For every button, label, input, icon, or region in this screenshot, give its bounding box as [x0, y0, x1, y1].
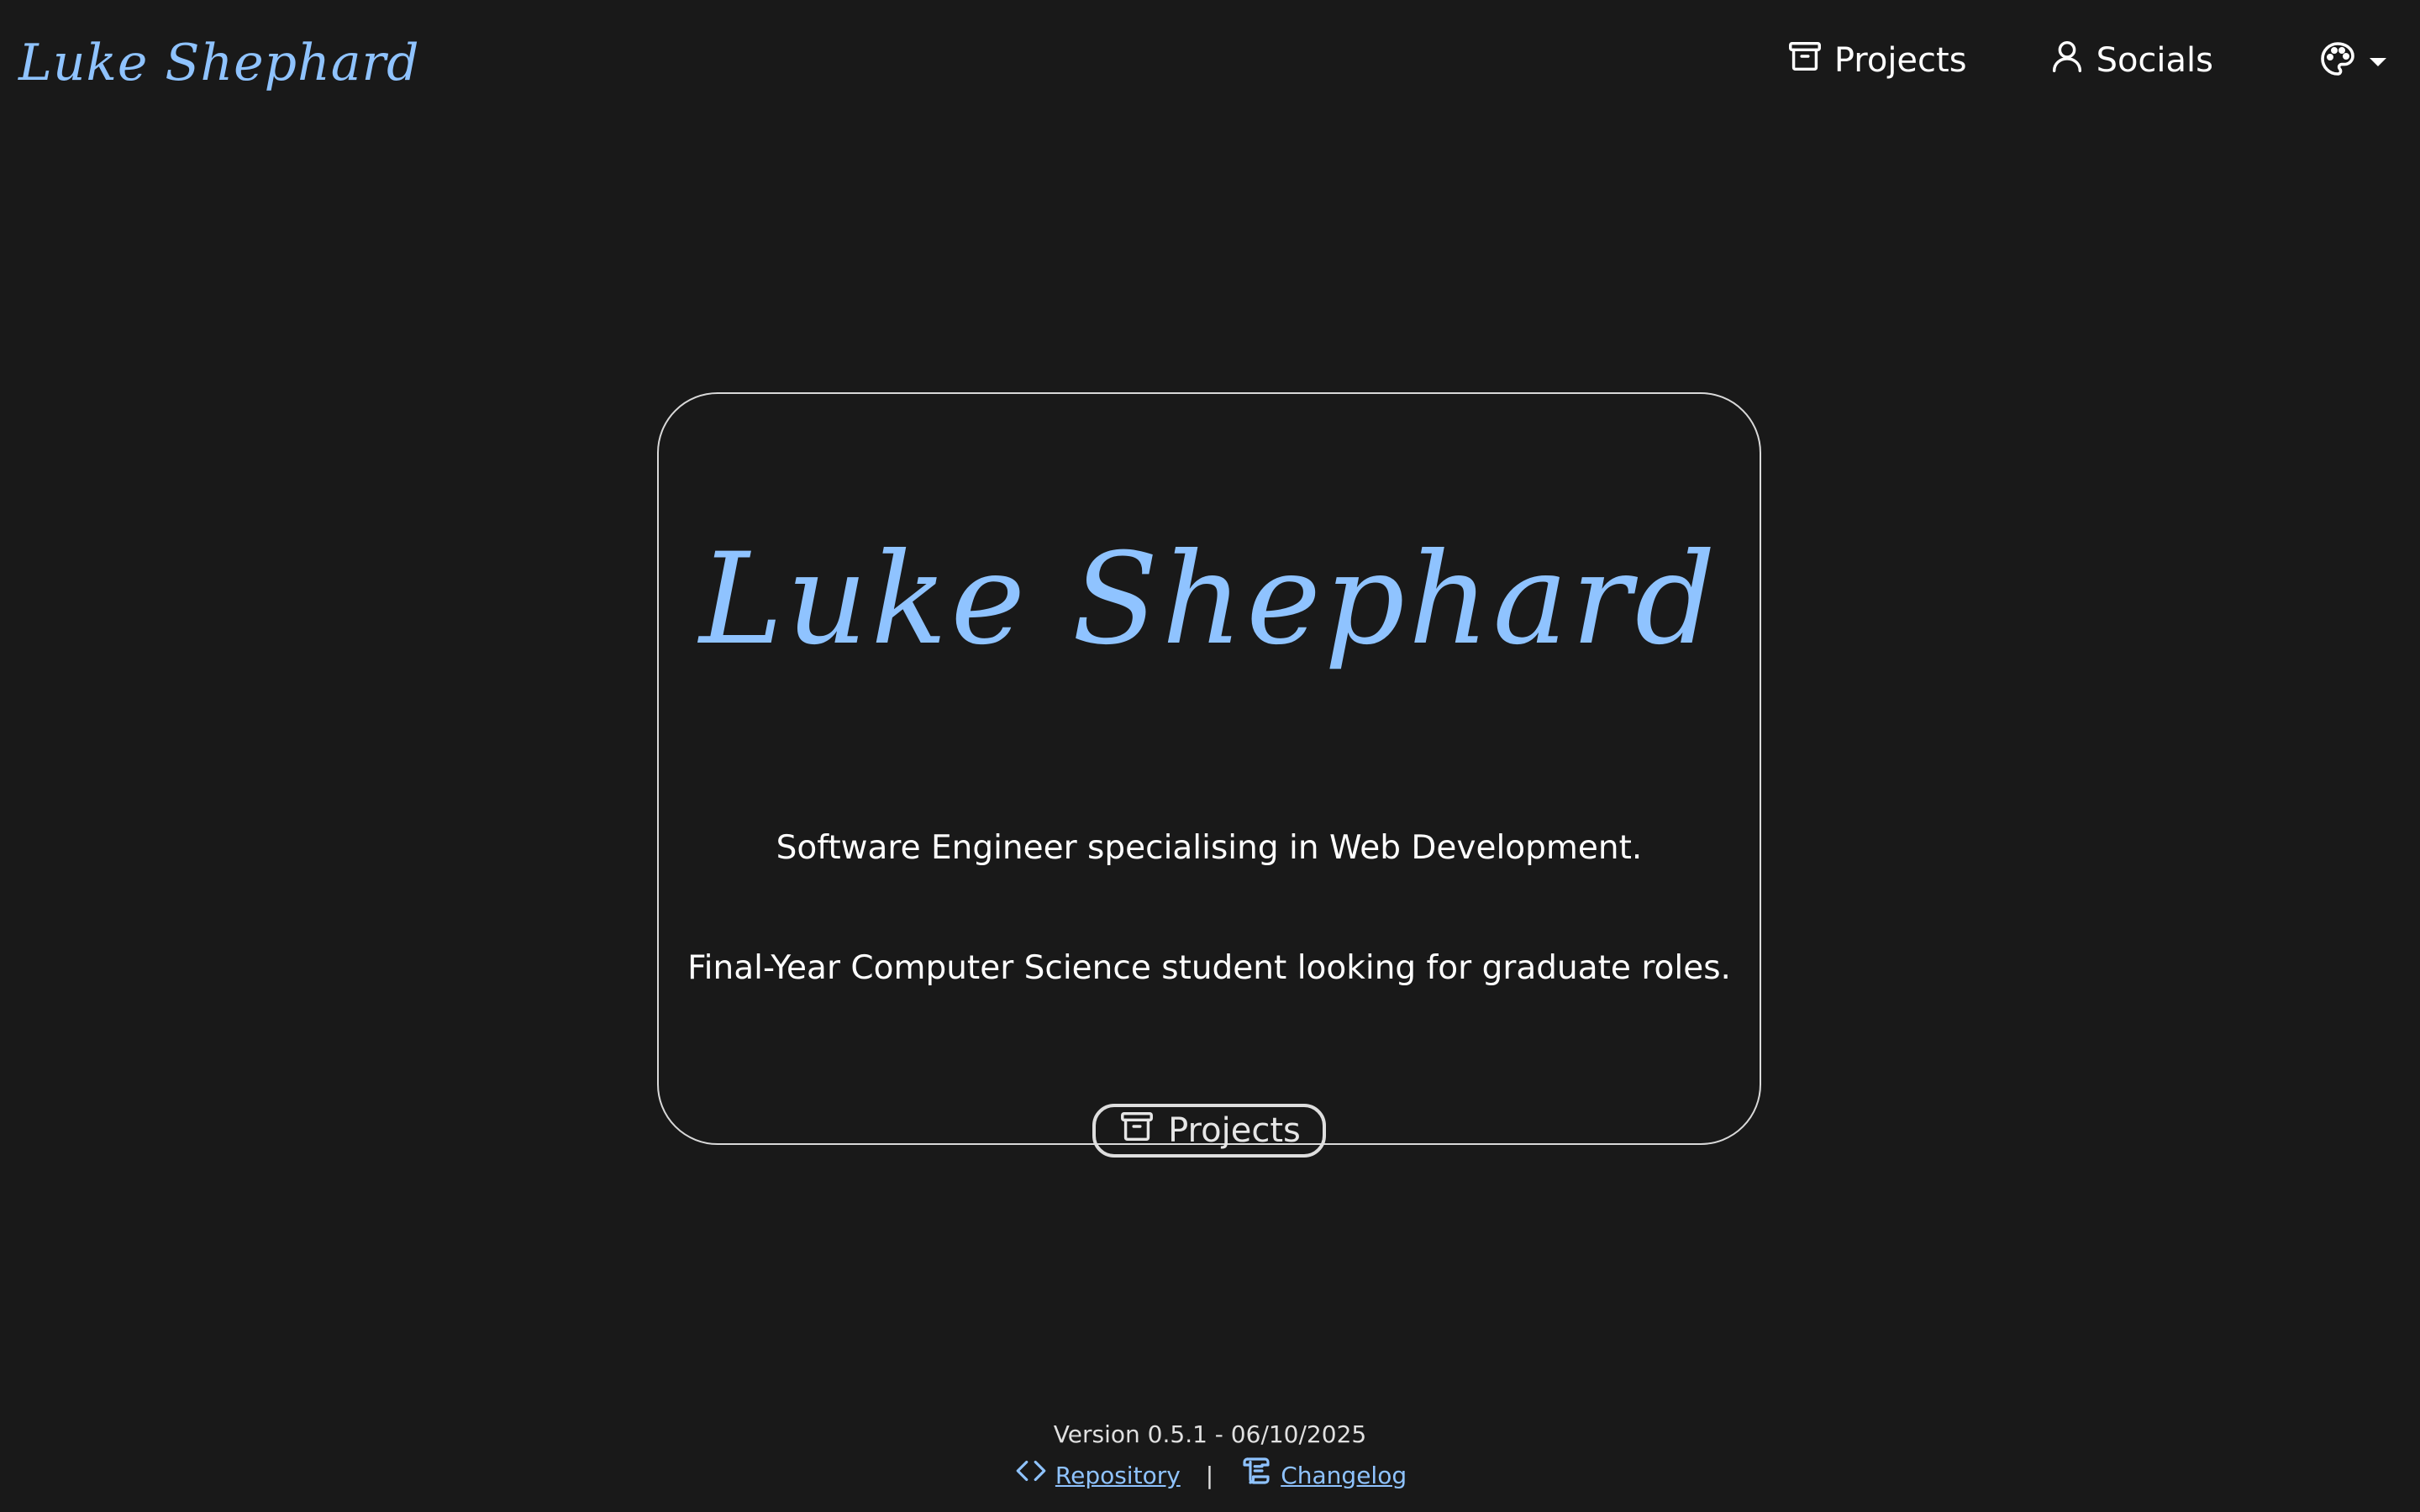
nav-socials-link[interactable]: Socials	[2048, 37, 2213, 84]
changelog-link[interactable]: Changelog	[1239, 1453, 1407, 1498]
nav-projects-label: Projects	[1833, 41, 1967, 80]
hero-tagline-role: Software Engineer specialising in Web De…	[776, 828, 1643, 867]
hero-title: Luke Shephard	[699, 527, 1719, 673]
projects-button-label: Projects	[1168, 1110, 1301, 1150]
changelog-label: Changelog	[1281, 1461, 1407, 1489]
projects-button[interactable]: Projects	[1092, 1103, 1326, 1158]
chevron-down-icon	[2370, 58, 2386, 66]
theme-dropdown-button[interactable]	[2317, 39, 2386, 82]
site-logo[interactable]: Luke Shephard	[18, 25, 420, 101]
page: Luke Shephard Projects Socials Luke Shep…	[0, 0, 2420, 1512]
scroll-icon	[1239, 1453, 1274, 1498]
archive-icon	[1786, 37, 1824, 84]
user-icon	[2048, 37, 2086, 84]
footer: Version 0.5.1 - 06/10/2025 Repository |	[0, 1416, 2420, 1498]
hero-card: Luke Shephard Software Engineer speciali…	[657, 392, 1761, 1158]
nav-projects-link[interactable]: Projects	[1786, 37, 1967, 84]
repository-link[interactable]: Repository	[1013, 1453, 1181, 1498]
palette-icon	[2317, 39, 2358, 82]
footer-links: Repository | Changelog	[0, 1453, 2420, 1498]
repository-label: Repository	[1055, 1461, 1181, 1489]
version-text: Version 0.5.1 - 06/10/2025	[1053, 1420, 1367, 1448]
top-nav: Projects Socials	[1705, 30, 2386, 91]
nav-socials-label: Socials	[2096, 41, 2213, 80]
footer-separator: |	[1205, 1461, 1214, 1489]
hero-tagline-student: Final-Year Computer Science student look…	[687, 948, 1731, 987]
code-icon	[1013, 1453, 1049, 1498]
archive-icon	[1118, 1107, 1156, 1154]
